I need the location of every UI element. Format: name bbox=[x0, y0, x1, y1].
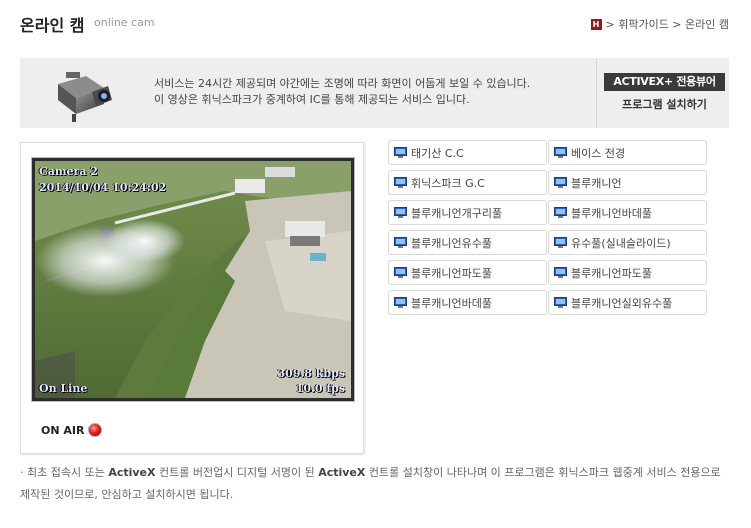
service-description: 서비스는 24시간 제공되며 야간에는 조명에 따라 화면이 어둡게 보일 수 … bbox=[154, 76, 530, 108]
channel-button[interactable]: 유수풀(실내슬라이드) bbox=[548, 230, 707, 255]
channel-label: 블루캐니언유수풀 bbox=[411, 236, 492, 250]
channel-label: 블루캐니언 bbox=[571, 176, 622, 190]
channel-button[interactable]: 블루캐니언바데풀 bbox=[548, 200, 707, 225]
fps-overlay: 10.0 fps bbox=[295, 382, 345, 395]
channel-label: 블루캐니언개구리풀 bbox=[411, 206, 503, 220]
video-camera-icon bbox=[58, 72, 112, 122]
monitor-icon bbox=[394, 146, 407, 158]
activex-install-notice: · 최초 접속시 또는 ActiveX 컨트롤 버전업시 디지털 서명이 된 A… bbox=[20, 462, 732, 506]
channel-label: 태기산 C.C bbox=[411, 146, 464, 160]
service-info-panel: 서비스는 24시간 제공되며 야간에는 조명에 따라 화면이 어둡게 보일 수 … bbox=[20, 58, 729, 128]
monitor-icon bbox=[554, 206, 567, 218]
camera-label-overlay: Camera 2 bbox=[39, 165, 98, 178]
monitor-icon bbox=[394, 266, 407, 278]
channel-button[interactable]: 태기산 C.C bbox=[388, 140, 547, 165]
on-air-light-icon bbox=[88, 423, 103, 437]
notice-text-2: 컨트롤 버전업시 디지털 서명이 된 bbox=[155, 466, 319, 479]
monitor-icon bbox=[394, 296, 407, 308]
bitrate-overlay: 309.8 kbps bbox=[277, 367, 345, 380]
monitor-icon bbox=[554, 176, 567, 188]
channel-button[interactable]: 휘닉스파크 G.C bbox=[388, 170, 547, 195]
breadcrumb: H > 휘팍가이드 > 온라인 캠 bbox=[590, 16, 730, 32]
channel-label: 블루캐니언파도풀 bbox=[571, 266, 652, 280]
monitor-icon bbox=[394, 206, 407, 218]
monitor-icon bbox=[554, 266, 567, 278]
service-line-1: 서비스는 24시간 제공되며 야간에는 조명에 따라 화면이 어둡게 보일 수 … bbox=[154, 77, 531, 90]
install-program-link[interactable]: 프로그램 설치하기 bbox=[604, 96, 725, 112]
channel-button[interactable]: 베이스 전경 bbox=[548, 140, 707, 165]
on-air-label: ON AIR bbox=[41, 423, 85, 437]
monitor-icon bbox=[554, 146, 567, 158]
on-air-indicator: ON AIR bbox=[41, 423, 103, 437]
channel-button[interactable]: 블루캐니언파도풀 bbox=[548, 260, 707, 285]
breadcrumb-path[interactable]: > 휘팍가이드 > 온라인 캠 bbox=[606, 16, 730, 32]
page-subtitle: online cam bbox=[94, 16, 155, 29]
channel-label: 베이스 전경 bbox=[571, 146, 626, 160]
channel-label: 휘닉스파크 G.C bbox=[411, 176, 485, 190]
page-title: 온라인 캠 bbox=[20, 16, 85, 35]
channel-label: 블루캐니언파도풀 bbox=[411, 266, 492, 280]
monitor-icon bbox=[394, 236, 407, 248]
channel-button[interactable]: 블루캐니언파도풀 bbox=[388, 260, 547, 285]
channel-label: 유수풀(실내슬라이드) bbox=[571, 236, 671, 250]
channel-button[interactable]: 블루캐니언실외유수풀 bbox=[548, 290, 707, 315]
activex-viewer-area: ACTIVEX+ 전용뷰어 프로그램 설치하기 bbox=[596, 58, 729, 128]
online-status-overlay: On Line bbox=[39, 382, 88, 395]
channel-label: 블루캐니언바데풀 bbox=[571, 206, 652, 220]
activex-viewer-badge: ACTIVEX+ 전용뷰어 bbox=[604, 73, 725, 91]
channel-button[interactable]: 블루캐니언개구리풀 bbox=[388, 200, 547, 225]
monitor-icon bbox=[554, 236, 567, 248]
webcam-scene-image bbox=[35, 161, 351, 398]
channel-label: 블루캐니언실외유수풀 bbox=[571, 296, 673, 310]
webcam-player: Camera 2 2014/10/04 10:24:02 309.8 kbps … bbox=[20, 142, 364, 454]
page-header: 온라인 캠 online cam H > 휘팍가이드 > 온라인 캠 bbox=[20, 12, 729, 42]
video-frame: Camera 2 2014/10/04 10:24:02 309.8 kbps … bbox=[31, 157, 355, 402]
monitor-icon bbox=[394, 176, 407, 188]
channel-button[interactable]: 블루캐니언바데풀 bbox=[388, 290, 547, 315]
timestamp-overlay: 2014/10/04 10:24:02 bbox=[39, 181, 167, 194]
monitor-icon bbox=[554, 296, 567, 308]
notice-text-1: · 최초 접속시 또는 bbox=[20, 466, 109, 479]
service-line-2: 이 영상은 휘닉스파크가 중계하여 IC를 통해 제공되는 서비스 입니다. bbox=[154, 93, 470, 106]
webcam-video[interactable]: Camera 2 2014/10/04 10:24:02 309.8 kbps … bbox=[35, 161, 351, 398]
home-icon[interactable]: H bbox=[590, 18, 602, 30]
notice-activex-2: ActiveX bbox=[318, 466, 366, 479]
channel-button[interactable]: 블루캐니언 bbox=[548, 170, 707, 195]
channel-button[interactable]: 블루캐니언유수풀 bbox=[388, 230, 547, 255]
notice-activex-1: ActiveX bbox=[108, 466, 156, 479]
channel-label: 블루캐니언바데풀 bbox=[411, 296, 492, 310]
